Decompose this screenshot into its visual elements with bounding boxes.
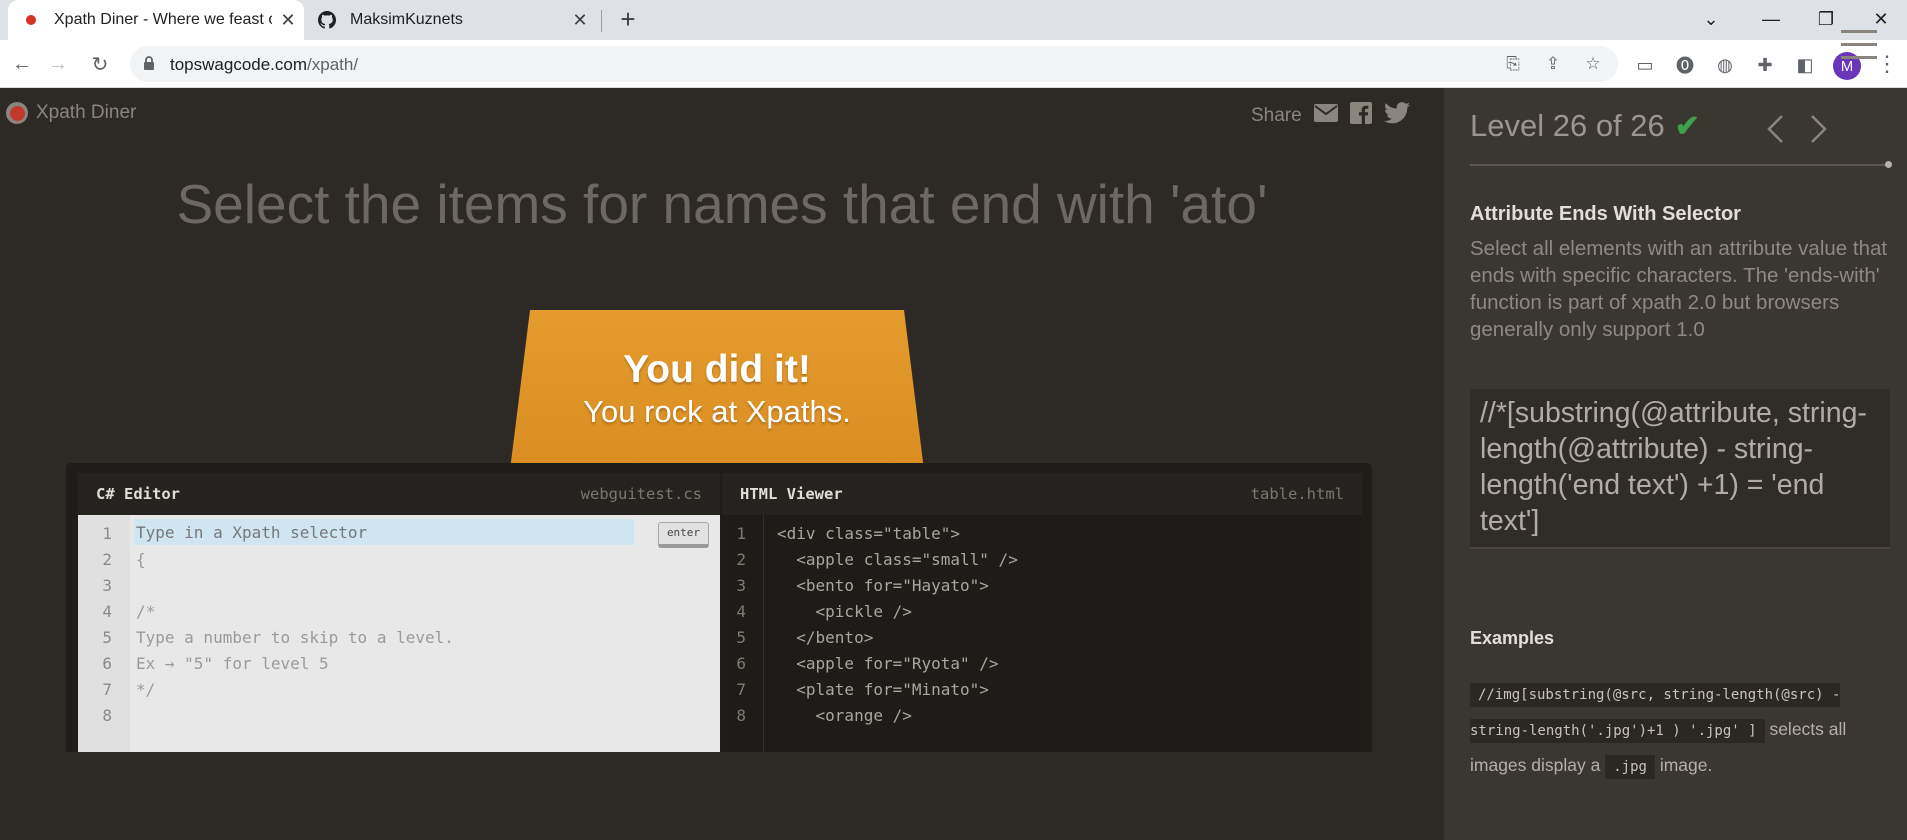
- level-progress-bar: [1470, 161, 1892, 168]
- tab-bar: Xpath Diner - Where we feast on ✕ Maksim…: [0, 0, 1907, 40]
- tab-separator: [601, 10, 602, 32]
- twitter-icon[interactable]: [1383, 102, 1410, 130]
- bookmark-star-icon[interactable]: ☆: [1582, 54, 1604, 74]
- back-button[interactable]: ←: [6, 48, 38, 80]
- level-indicator: Level 26 of 26 ✔: [1470, 108, 1700, 144]
- selector-description: Select all elements with an attribute va…: [1470, 237, 1888, 341]
- puzzle-icon[interactable]: ✚: [1754, 54, 1776, 76]
- editor-line: 6 Ex → "5" for level 5: [102, 654, 329, 673]
- github-icon: [318, 11, 336, 29]
- level-text: Level 26 of 26: [1470, 108, 1665, 143]
- tab-title: MaksimKuznets: [350, 11, 463, 28]
- editor-line: 8: [102, 706, 112, 725]
- editor-filename: webguitest.cs: [580, 485, 702, 503]
- mail-icon[interactable]: [1313, 104, 1338, 128]
- logo[interactable]: Xpath Diner: [6, 102, 136, 124]
- new-tab-button[interactable]: +: [612, 4, 644, 36]
- examples-title: Examples: [1470, 628, 1555, 648]
- next-level-icon[interactable]: [1810, 114, 1828, 152]
- viewer-line[interactable]: 6 <apple for="Ryota" />: [722, 651, 1364, 677]
- html-viewer: 1 <div class="table"> 2 <apple class="sma…: [722, 515, 1362, 752]
- checkmark-icon: ✔: [1674, 109, 1700, 143]
- viewer-line[interactable]: 5 </bento>: [722, 625, 1364, 651]
- reload-button[interactable]: ↻: [84, 48, 116, 80]
- tab-xpath-diner[interactable]: Xpath Diner - Where we feast on ✕: [8, 0, 304, 40]
- side-panel-icon[interactable]: ◧: [1794, 54, 1816, 76]
- address-bar[interactable]: topswagcode.com/xpath/ ⎘ ⇪ ☆: [130, 46, 1618, 82]
- viewer-line[interactable]: 1 <div class="table">: [722, 521, 1364, 547]
- logo-text: Xpath Diner: [36, 102, 137, 123]
- close-icon[interactable]: ✕: [564, 10, 596, 31]
- extension-icon[interactable]: ◍: [1714, 54, 1736, 76]
- viewer-filename: table.html: [1250, 485, 1344, 503]
- viewer-line[interactable]: 2 <apple class="small" />: [722, 547, 1364, 573]
- browser-toolbar: ← → ↻ topswagcode.com/xpath/ ⎘ ⇪ ☆ ▭ ⓿ ◍…: [0, 40, 1907, 88]
- extension-icon[interactable]: ⓿: [1674, 54, 1696, 76]
- minimize-button[interactable]: —: [1744, 0, 1798, 38]
- facebook-icon[interactable]: [1349, 102, 1372, 130]
- red-dot-icon: [22, 11, 40, 29]
- extension-icon[interactable]: ▭: [1634, 54, 1656, 76]
- editor-line: 2{: [102, 550, 146, 569]
- editor-line: 3: [102, 576, 112, 595]
- viewer-line[interactable]: 3 <bento for="Hayato">: [722, 573, 1364, 599]
- url-text: topswagcode.com/xpath/: [170, 55, 359, 74]
- viewer-line[interactable]: 4 <pickle />: [722, 599, 1364, 625]
- selector-name: Attribute Ends With Selector: [1470, 203, 1741, 225]
- previous-level-icon[interactable]: [1766, 114, 1784, 152]
- share-label: Share: [1251, 105, 1302, 126]
- viewer-title: HTML Viewer: [740, 485, 843, 503]
- editor-line: 4/*: [102, 602, 156, 621]
- level-instruction: Select the items for names that end with…: [176, 173, 1268, 235]
- translate-icon[interactable]: ⎘: [1502, 54, 1524, 74]
- forward-button[interactable]: →: [42, 48, 74, 80]
- css-editor: enter 1 2{ 3 4/* 5Type a number to skip …: [78, 515, 720, 752]
- table-message: You did it! You rock at Xpaths.: [508, 348, 926, 430]
- success-title: You did it!: [623, 348, 811, 391]
- menu-icon[interactable]: ⋮: [1876, 53, 1898, 77]
- tab-search-icon[interactable]: ⌄: [1684, 0, 1738, 38]
- tab-title: Xpath Diner - Where we feast on: [54, 11, 272, 28]
- editor-line: 1: [102, 524, 112, 543]
- viewer-line[interactable]: 7 <plate for="Minato">: [722, 677, 1364, 703]
- editor-header: C# Editor webguitest.cs: [78, 473, 720, 515]
- close-icon[interactable]: ✕: [272, 10, 304, 31]
- example-code-ext: .jpg: [1605, 755, 1655, 779]
- example-text-end: image.: [1659, 755, 1713, 775]
- editor-line: 5 Type a number to skip to a level.: [102, 628, 454, 647]
- example-block: //img[substring(@src, string-length(@src…: [1470, 676, 1890, 784]
- editor-line: 7 */: [102, 680, 156, 699]
- level-sidebar: Level 26 of 26 ✔ Attribute Ends With Sel…: [1444, 88, 1907, 840]
- share-bar: Share: [1251, 102, 1410, 130]
- editor-title: C# Editor: [96, 485, 180, 503]
- lock-icon[interactable]: [142, 55, 156, 76]
- logo-icon: [6, 102, 28, 124]
- level-menu-icon[interactable]: [1841, 30, 1877, 69]
- viewer-header: HTML Viewer table.html: [722, 473, 1362, 515]
- selector-syntax: //*[substring(@attribute, string-length(…: [1470, 389, 1890, 549]
- success-subtitle: You rock at Xpaths.: [583, 394, 851, 429]
- tab-github[interactable]: MaksimKuznets ✕: [306, 0, 596, 40]
- share-icon[interactable]: ⇪: [1542, 54, 1564, 74]
- viewer-line[interactable]: 8 <orange />: [722, 703, 1364, 729]
